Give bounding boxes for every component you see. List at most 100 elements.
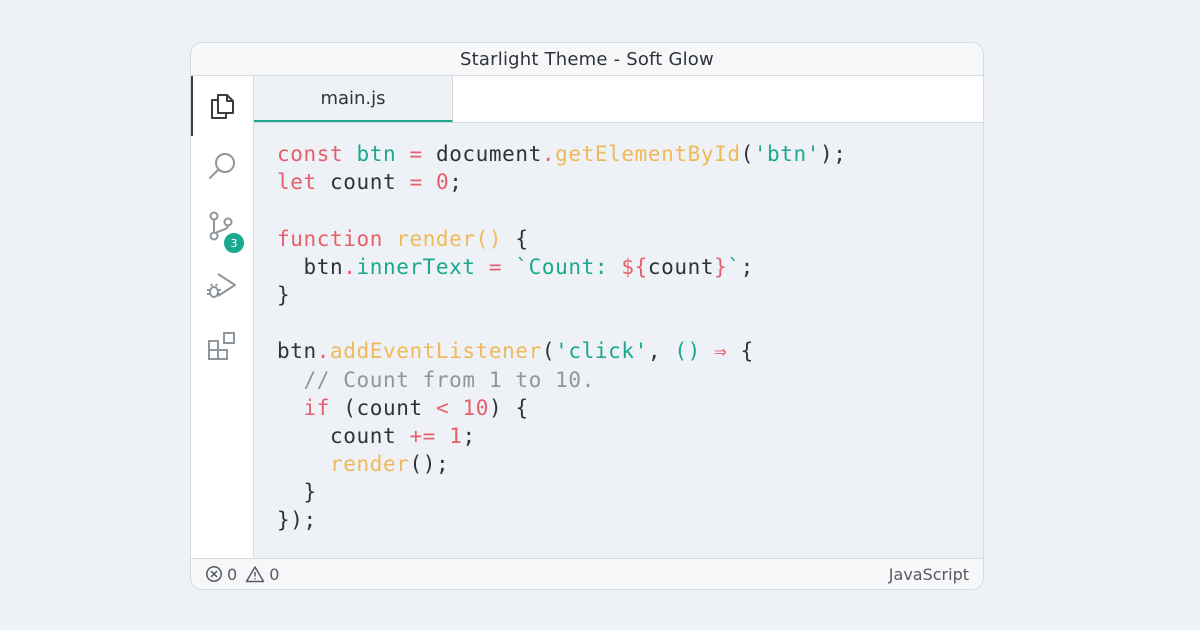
code-token: btn xyxy=(277,254,344,279)
title-bar: Starlight Theme - Soft Glow xyxy=(191,43,983,76)
code-token: ⇒ xyxy=(714,339,728,364)
code-token: . xyxy=(343,254,357,279)
code-token: addEventListener xyxy=(329,339,542,364)
files-icon xyxy=(211,94,234,119)
code-token: { xyxy=(502,226,529,251)
warning-icon xyxy=(245,566,265,583)
code-line: render(); xyxy=(277,450,847,478)
activity-extensions[interactable] xyxy=(191,316,253,376)
code-token: document xyxy=(422,142,542,166)
code-token: render xyxy=(329,452,410,477)
status-bar: 0 0 JavaScript xyxy=(191,558,983,589)
warning-count: 0 xyxy=(269,564,280,584)
code-token: count xyxy=(316,170,410,195)
code-token: } xyxy=(277,282,291,307)
activity-search[interactable] xyxy=(191,136,253,196)
run-debug-icon xyxy=(207,273,236,298)
code-token: (); xyxy=(409,452,450,477)
code-line: if (count < 10) { xyxy=(277,394,847,422)
code-token: btn xyxy=(277,339,317,364)
tab-bar: main.js xyxy=(254,76,983,123)
code-token: getElementById xyxy=(555,142,741,166)
code-token: , xyxy=(647,339,675,364)
code-token: ; xyxy=(740,254,754,279)
code-token: 10 xyxy=(462,395,489,420)
code-token: `Count: xyxy=(515,254,622,279)
code-token: += xyxy=(409,423,436,448)
activity-bar: 3 xyxy=(191,76,254,558)
code-editor[interactable]: const btn = document.getElementById('btn… xyxy=(254,123,983,558)
code-token: let xyxy=(277,170,317,195)
code-token: count xyxy=(647,254,715,279)
code-token: < xyxy=(435,395,450,420)
code-token: }); xyxy=(277,508,317,533)
activity-source-control[interactable]: 3 xyxy=(191,196,253,256)
code-line: }); xyxy=(277,506,847,534)
code-line: btn.innerText = `Count: ${count}`; xyxy=(277,253,847,281)
code-token: 0 xyxy=(435,170,450,195)
problems-indicator[interactable]: 0 0 xyxy=(205,559,279,589)
code-token: count xyxy=(277,423,410,448)
code-token: ) { xyxy=(488,395,529,420)
code-token: 'click' xyxy=(555,339,648,364)
language-label: JavaScript xyxy=(888,564,969,584)
source-control-badge: 3 xyxy=(222,231,246,255)
code-token: () xyxy=(475,226,503,251)
code-token: ( xyxy=(541,339,556,364)
code-line: // Count from 1 to 10. xyxy=(277,366,847,394)
code-token: 1 xyxy=(449,423,463,448)
code-token: if xyxy=(303,395,330,420)
language-mode[interactable]: JavaScript xyxy=(889,559,969,589)
code-line: function render() { xyxy=(277,225,847,253)
code-line: let count = 0; xyxy=(277,168,847,196)
code-token: ); xyxy=(820,142,847,166)
code-token: render xyxy=(396,226,476,251)
code-token: } xyxy=(277,480,317,505)
code-token: btn xyxy=(356,142,397,166)
code-token: . xyxy=(541,142,556,166)
code-token: = xyxy=(409,142,423,166)
code-token: (count xyxy=(330,395,436,420)
editor-window: Starlight Theme - Soft Glow 3 main.js co… xyxy=(190,42,984,590)
code-line: } xyxy=(277,281,847,309)
error-icon xyxy=(206,566,222,582)
code-token: // Count from 1 to 10. xyxy=(277,367,595,392)
code-token: = xyxy=(488,254,503,279)
tab-main-js[interactable]: main.js xyxy=(254,76,453,122)
code-token: const xyxy=(277,142,344,166)
code-token: () xyxy=(674,339,701,364)
code-token: . xyxy=(316,339,330,364)
code-token: ${ xyxy=(621,254,648,279)
code-token: innerText xyxy=(356,254,476,279)
code-token: = xyxy=(409,170,423,195)
code-token: } xyxy=(714,254,728,279)
code-token: { xyxy=(727,339,754,364)
code-line: btn.addEventListener('click', () ⇒ { xyxy=(277,337,847,365)
activity-run-debug[interactable] xyxy=(191,256,253,316)
code-token: function xyxy=(277,226,383,251)
error-count: 0 xyxy=(227,564,238,584)
extensions-icon xyxy=(208,332,235,360)
code-token: ; xyxy=(449,170,463,195)
code-line: } xyxy=(277,478,847,506)
code-token: ` xyxy=(727,254,741,279)
tab-label: main.js xyxy=(320,87,386,109)
activity-explorer[interactable] xyxy=(191,76,253,136)
code-line: count += 1; xyxy=(277,422,847,450)
code-token: ; xyxy=(462,423,476,448)
search-icon xyxy=(209,153,235,179)
window-title: Starlight Theme - Soft Glow xyxy=(460,48,714,70)
